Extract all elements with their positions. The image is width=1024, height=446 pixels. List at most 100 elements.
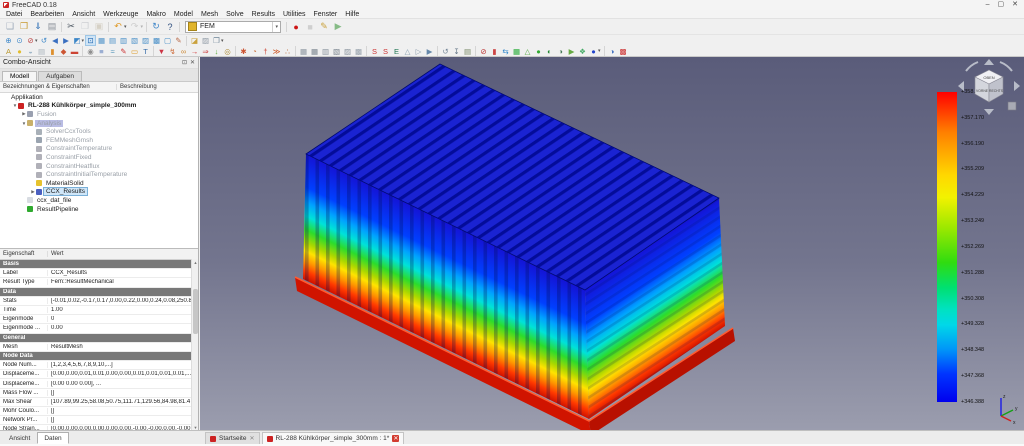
fem-post-contours-filter-button[interactable]: ◐ [545, 47, 554, 56]
fem-post-pipeline-button[interactable]: ▦ [512, 47, 521, 56]
fem-material-fluid-button[interactable]: ◒ [26, 47, 35, 56]
fem-constraint-transform-button[interactable]: T [141, 47, 150, 56]
fem-solver-ccxtools-button[interactable]: S [381, 47, 390, 56]
fem-solver-run-button[interactable]: ▶ [425, 47, 434, 56]
fem-mesh-netgen-button[interactable]: ▦ [310, 47, 319, 56]
tree-item-fusion[interactable]: ▶Fusion [0, 110, 198, 119]
fem-mesh-gmsh-button[interactable]: ▦ [299, 47, 308, 56]
nav-forward-button[interactable]: ▶ [62, 36, 71, 45]
property-value[interactable]: [107.89,99.25,58.08,50.75,111.71,129.56,… [48, 399, 198, 405]
property-value[interactable]: 0 [48, 316, 54, 322]
undo-button[interactable]: ↶▾ [112, 21, 127, 33]
tab-aufgaben[interactable]: Aufgaben [38, 71, 82, 81]
fem-solver-elmer-button[interactable]: E [392, 47, 401, 56]
close-tab-icon[interactable]: ✕ [392, 435, 399, 442]
tree-item-analysis[interactable]: ▼Analysis [0, 119, 198, 128]
fem-mesh-group-button[interactable]: ▨ [343, 47, 352, 56]
nav-arrow-up-icon[interactable] [984, 59, 994, 65]
dock-views-button[interactable]: ❐▾ [212, 36, 224, 45]
menu-utilities[interactable]: Utilities [279, 11, 310, 18]
fem-constraint-fixed-button[interactable]: ▼ [157, 47, 166, 56]
property-row-mass-flow-[interactable]: Mass Flow ...[] [0, 389, 198, 398]
tree-item-solverccxtools[interactable]: SolverCcxTools [0, 127, 198, 136]
cut-button[interactable]: ✂ [65, 21, 77, 33]
menu-datei[interactable]: Datei [2, 11, 26, 18]
fem-constraint-plane-rotation-button[interactable]: ▭ [130, 47, 139, 56]
fem-post-spherical-filter-button-dropdown-icon[interactable]: ▾ [598, 48, 601, 54]
tree-item-applikation[interactable]: Applikation [0, 93, 198, 102]
fem-results-show-button[interactable]: ↧ [452, 47, 461, 56]
fem-post-cut-filter-button[interactable]: ◑ [556, 47, 565, 56]
view-right-button[interactable]: ▧ [130, 36, 139, 45]
print-button[interactable]: ▤ [46, 21, 58, 33]
property-value[interactable]: ResultMesh [48, 344, 83, 350]
fem-element-geometry-button[interactable]: ≡ [97, 47, 106, 56]
heatsink-model[interactable] [200, 57, 1024, 430]
macro-play-button[interactable]: ▶ [332, 21, 344, 33]
property-value[interactable]: [] [48, 408, 54, 414]
fem-constraint-force-button[interactable]: → [190, 47, 199, 56]
tree-item-rl-288-kühlkörper_simple_300mm[interactable]: ▼RL-288 Kühlkörper_simple_300mm [0, 102, 198, 111]
tree-item-ccx_dat_file[interactable]: ccx_dat_file [0, 196, 198, 205]
view-top-button[interactable]: ▥ [119, 36, 128, 45]
scrollbar-thumb[interactable] [193, 289, 198, 334]
redo-button-dropdown-icon[interactable]: ▾ [141, 24, 144, 30]
fem-constraint-displacement-button[interactable]: ✎ [119, 47, 128, 56]
fem-post-plot-filter-button[interactable]: ❖ [578, 47, 587, 56]
fem-element-fluid-button[interactable]: ≈ [108, 47, 117, 56]
nav-arrow-left-icon[interactable] [958, 81, 964, 91]
undo-button-dropdown-icon[interactable]: ▾ [124, 24, 127, 30]
property-row-label[interactable]: LabelCCX_Results [0, 269, 198, 278]
fem-constraint-gear-button[interactable]: ✱ [239, 47, 248, 56]
tree-item-resultpipeline[interactable]: ResultPipeline [0, 205, 198, 214]
menu-solve[interactable]: Solve [222, 11, 248, 18]
property-scrollbar[interactable]: ▲ ▼ [191, 259, 198, 431]
nav-rotate-cw-icon[interactable] [1000, 62, 1012, 71]
property-row-time[interactable]: Time1.00 [0, 306, 198, 315]
tree-item-ccx_results[interactable]: ▶CCX_Results [0, 188, 198, 197]
tab-daten[interactable]: Daten [37, 432, 68, 444]
nav-arrow-down-icon[interactable] [984, 109, 994, 115]
close-tab-icon[interactable]: ✕ [249, 435, 254, 442]
fem-material-solid-button[interactable]: ● [15, 47, 24, 56]
menu-ansicht[interactable]: Ansicht [68, 11, 99, 18]
fem-post-clip-region-button[interactable]: ⊘ [479, 47, 488, 56]
tab-ansicht[interactable]: Ansicht [2, 432, 37, 444]
property-row-result-type[interactable]: Result TypeFem::ResultMechanical [0, 278, 198, 287]
new-file-button[interactable]: ❑ [4, 21, 16, 33]
tree-item-materialsolid[interactable]: MaterialSolid [0, 179, 198, 188]
fem-constraint-tie-button[interactable]: ∞ [179, 47, 188, 56]
property-row-displaceme-[interactable]: Displaceme...[0.00,0.00,0.01,0.01,0.00,0… [0, 370, 198, 379]
fem-result-mesh-show-button[interactable]: ▤ [463, 47, 472, 56]
close-button[interactable]: ✕ [1012, 0, 1018, 10]
view-bottom-button[interactable]: ▩ [152, 36, 161, 45]
property-row-eigenmode-[interactable]: Eigenmode ...0.00 [0, 324, 198, 333]
view-front-button[interactable]: ▤ [108, 36, 117, 45]
fem-constraint-pressure-button[interactable]: ⇒ [201, 47, 210, 56]
zoom-region-button[interactable]: ⊡ [86, 36, 95, 45]
texture-mapping-button[interactable]: ▨ [201, 36, 210, 45]
fem-solver-controls-button[interactable]: ▷ [414, 47, 423, 56]
fit-all-button[interactable]: ⊕ [4, 36, 13, 45]
menu-hilfe[interactable]: Hilfe [341, 11, 363, 18]
view-rear-button[interactable]: ▨ [141, 36, 150, 45]
fem-solver-mystran-button[interactable]: △ [403, 47, 412, 56]
view-left-button[interactable]: ▢ [163, 36, 172, 45]
property-row-eigenmode[interactable]: Eigenmode0 [0, 315, 198, 324]
property-value[interactable]: Fem::ResultMechanical [48, 279, 114, 285]
fem-constraint-contact-button[interactable]: ↯ [168, 47, 177, 56]
open-file-button[interactable]: ❒ [18, 21, 30, 33]
macro-edit-button[interactable]: ✎ [318, 21, 330, 33]
draw-style-button-dropdown-icon[interactable]: ▾ [35, 38, 38, 44]
tree-item-femmeshgmsh[interactable]: FEMMeshGmsh [0, 136, 198, 145]
scroll-up-icon[interactable]: ▲ [192, 259, 199, 266]
fem-analysis-button[interactable]: A [4, 47, 13, 56]
fem-fluid-boundary-button[interactable]: ◉ [86, 47, 95, 56]
fem-constraint-heatflux-button[interactable]: ≫ [272, 47, 281, 56]
fem-post-spherical-filter-button[interactable]: ●▾ [589, 47, 601, 56]
property-row-node-num-[interactable]: Node Num...[1,2,3,4,5,6,7,8,9,10,...] [0, 361, 198, 370]
fit-selection-button[interactable]: ⊙ [15, 36, 24, 45]
nav-arrow-right-icon[interactable] [1014, 81, 1020, 91]
nav-rotate-ccw-icon[interactable] [966, 62, 978, 71]
close-panel-button[interactable]: ✕ [190, 59, 195, 66]
